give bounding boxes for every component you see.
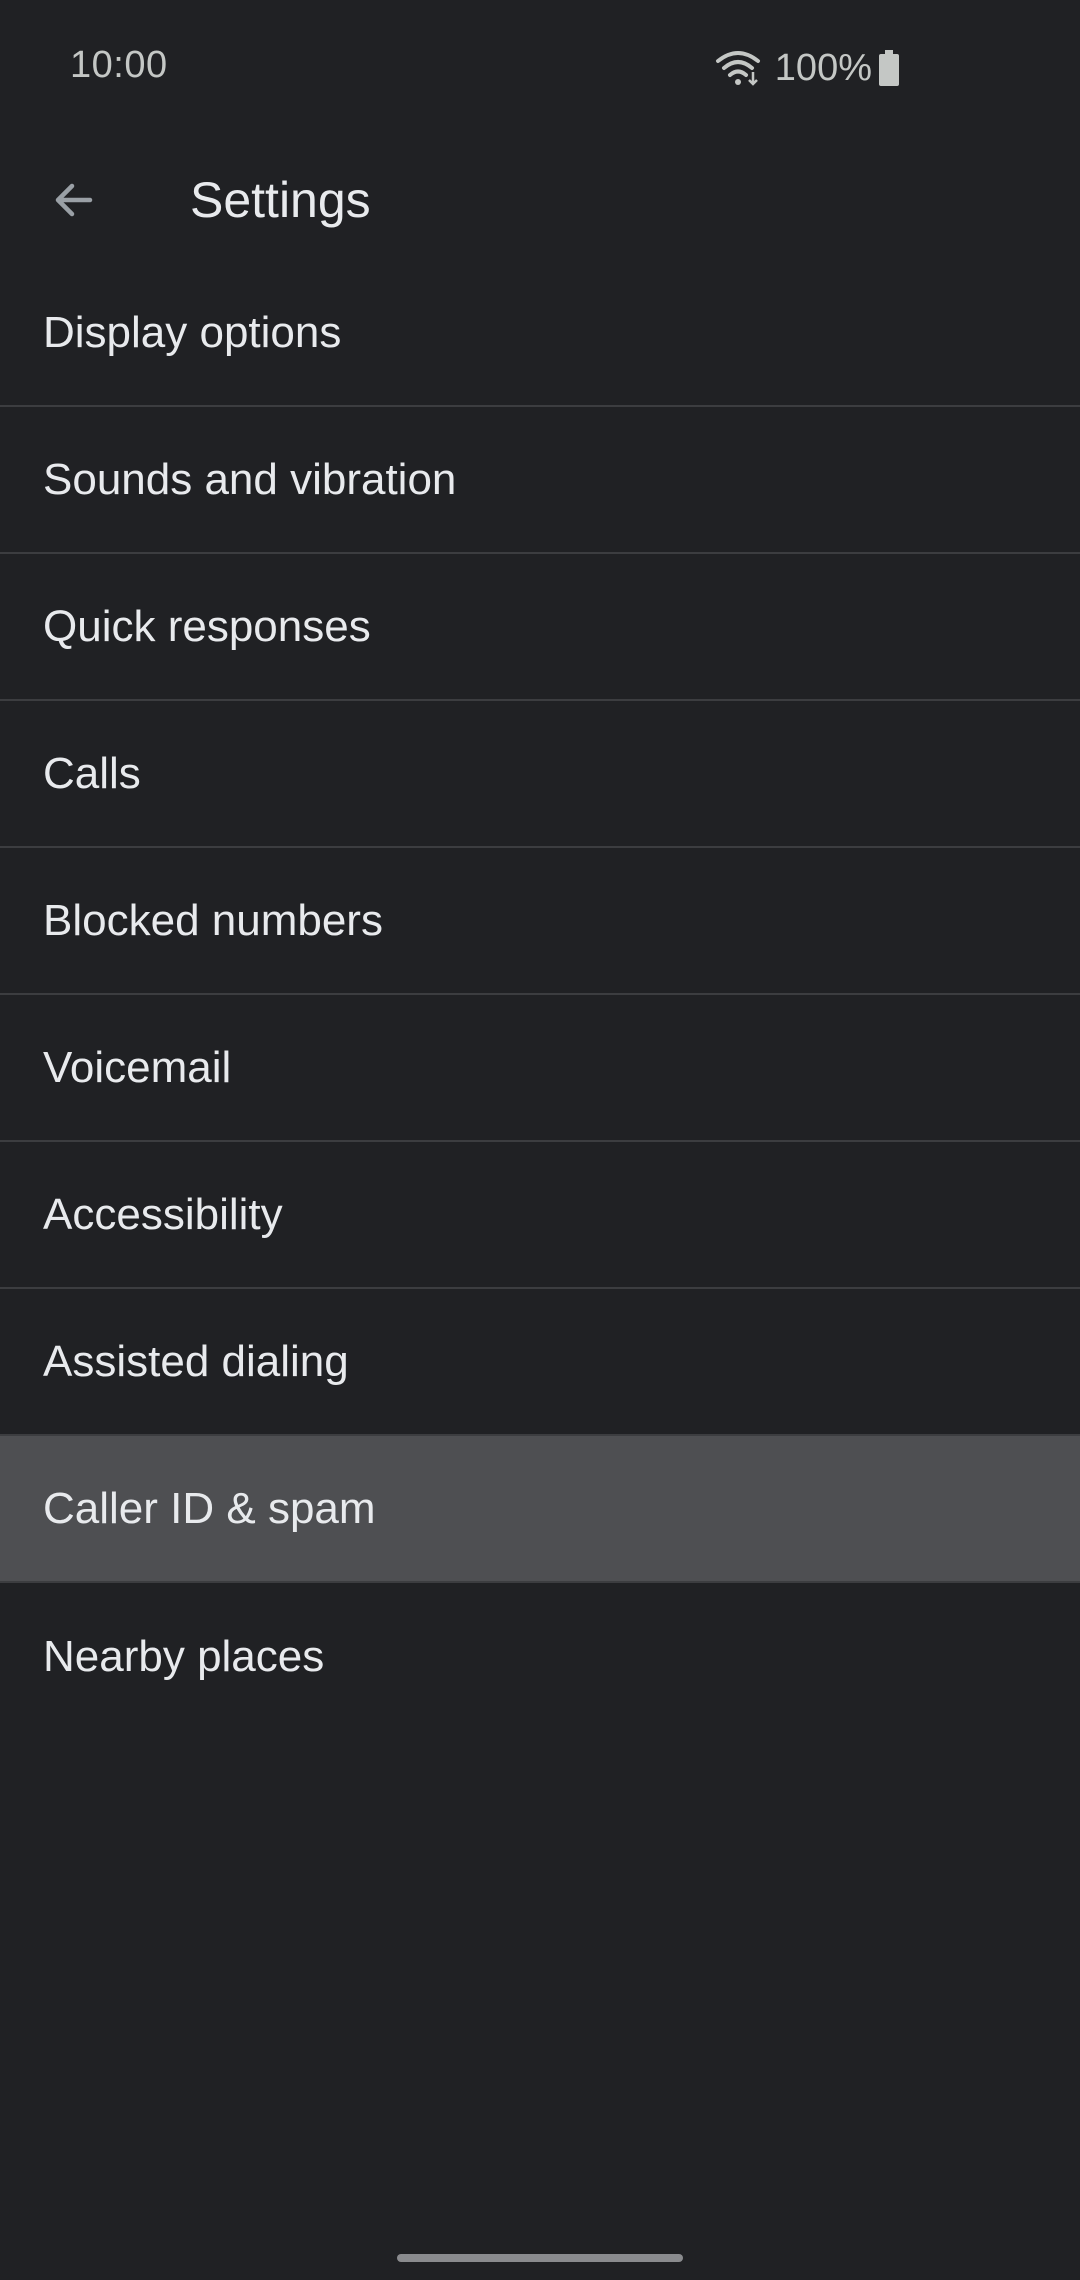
- settings-item-label: Nearby places: [43, 1631, 325, 1681]
- settings-item-assisted-dialing[interactable]: Assisted dialing: [0, 1289, 1080, 1436]
- settings-item-label: Blocked numbers: [43, 895, 383, 945]
- settings-item-calls[interactable]: Calls: [0, 701, 1080, 848]
- gesture-nav-handle[interactable]: [397, 2254, 683, 2262]
- status-bar: 10:00 100%: [0, 0, 1080, 140]
- back-button[interactable]: [36, 162, 112, 238]
- settings-item-label: Quick responses: [43, 601, 371, 651]
- settings-list: Display options Sounds and vibration Qui…: [0, 260, 1080, 1730]
- settings-item-voicemail[interactable]: Voicemail: [0, 995, 1080, 1142]
- battery-icon: [879, 50, 899, 86]
- settings-item-label: Assisted dialing: [43, 1336, 349, 1386]
- app-bar: Settings: [0, 140, 1080, 260]
- settings-item-accessibility[interactable]: Accessibility: [0, 1142, 1080, 1289]
- battery-percent: 100%: [774, 46, 872, 89]
- settings-item-caller-id-spam[interactable]: Caller ID & spam: [0, 1436, 1080, 1583]
- status-time: 10:00: [70, 44, 168, 86]
- settings-item-quick-responses[interactable]: Quick responses: [0, 554, 1080, 701]
- settings-item-display-options[interactable]: Display options: [0, 260, 1080, 407]
- settings-item-label: Calls: [43, 748, 141, 798]
- settings-item-label: Sounds and vibration: [43, 454, 457, 504]
- settings-item-label: Display options: [43, 307, 342, 357]
- status-indicators: 100%: [715, 44, 900, 92]
- settings-item-label: Accessibility: [43, 1189, 283, 1239]
- settings-item-label: Voicemail: [43, 1042, 232, 1092]
- settings-item-blocked-numbers[interactable]: Blocked numbers: [0, 848, 1080, 995]
- page-title: Settings: [190, 172, 371, 228]
- settings-item-label: Caller ID & spam: [43, 1483, 376, 1533]
- settings-item-nearby-places[interactable]: Nearby places: [0, 1583, 1080, 1730]
- wifi-icon: [715, 51, 760, 86]
- settings-item-sounds-and-vibration[interactable]: Sounds and vibration: [0, 407, 1080, 554]
- arrow-back-icon: [55, 183, 93, 217]
